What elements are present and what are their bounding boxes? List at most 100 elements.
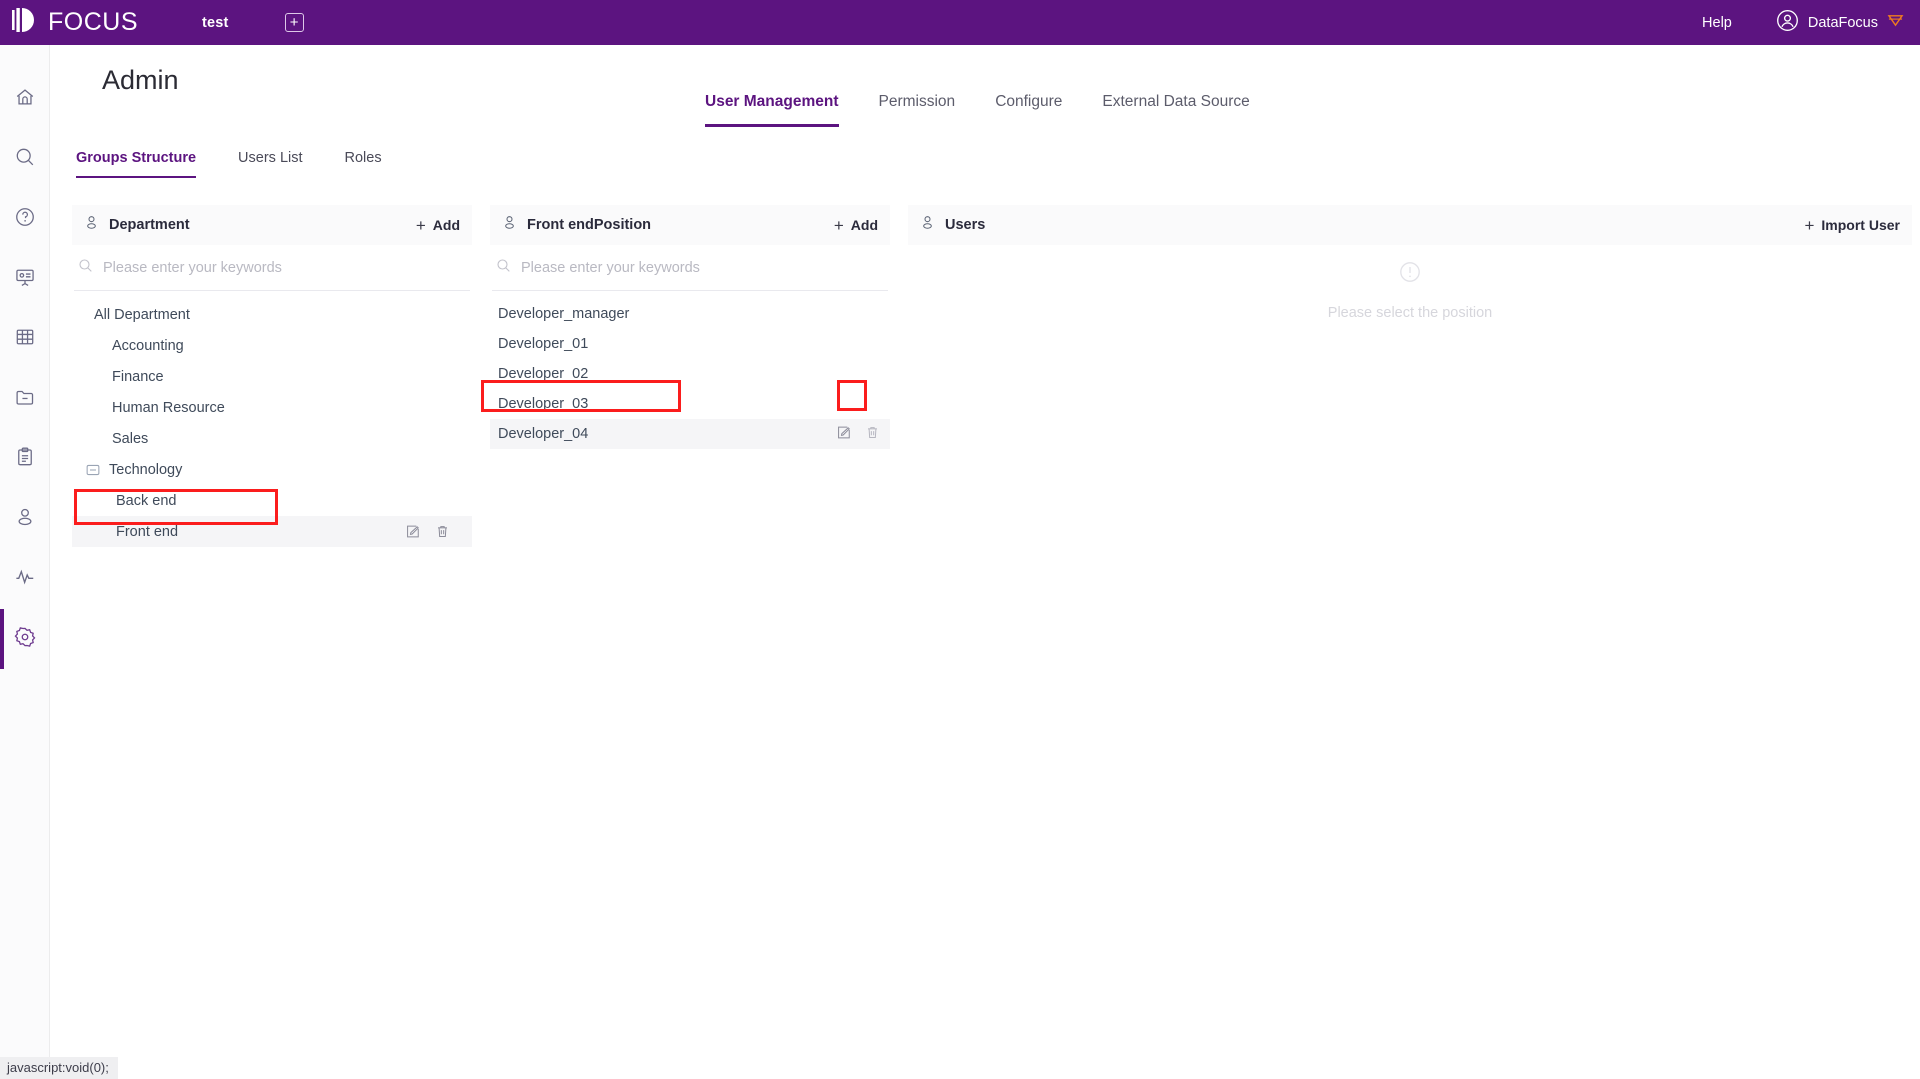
sidebar-item-search[interactable] bbox=[0, 129, 50, 189]
user-circle-icon bbox=[1776, 9, 1799, 37]
workbook-tab-test[interactable]: test bbox=[202, 15, 229, 31]
gear-icon bbox=[14, 626, 36, 653]
list-item[interactable]: Developer_manager bbox=[490, 299, 890, 329]
presentation-icon bbox=[14, 266, 36, 293]
page-title: Admin bbox=[102, 65, 179, 95]
list-item[interactable]: Developer_01 bbox=[490, 329, 890, 359]
sidebar-item-folder[interactable] bbox=[0, 369, 50, 429]
plus-icon: + bbox=[1804, 215, 1815, 235]
tree-row[interactable]: Finance bbox=[72, 361, 472, 392]
activity-icon bbox=[14, 566, 36, 593]
delete-icon[interactable] bbox=[865, 425, 880, 444]
sidebar-item-user[interactable] bbox=[0, 489, 50, 549]
import-user-button[interactable]: + Import User bbox=[1804, 217, 1900, 234]
position-search-input[interactable]: Please enter your keywords bbox=[492, 245, 888, 291]
main-tab-bar: User Management Permission Configure Ext… bbox=[705, 93, 1250, 127]
sidebar-item-activity[interactable] bbox=[0, 549, 50, 609]
home-icon bbox=[14, 86, 36, 113]
clipboard-icon bbox=[14, 446, 36, 473]
collapse-toggle-icon[interactable] bbox=[86, 463, 100, 477]
tree-row[interactable]: Accounting bbox=[72, 330, 472, 361]
tab-roles[interactable]: Roles bbox=[345, 150, 382, 178]
brand-logo: FOCUS bbox=[12, 7, 138, 38]
tree-row[interactable]: Technology bbox=[72, 454, 472, 485]
department-search-input[interactable]: Please enter your keywords bbox=[74, 245, 470, 291]
list-item[interactable]: Developer_03 bbox=[490, 389, 890, 419]
sidebar-item-clipboard[interactable] bbox=[0, 429, 50, 489]
edit-icon[interactable] bbox=[836, 425, 851, 444]
user-menu[interactable]: DataFocus bbox=[1776, 9, 1904, 37]
edit-icon[interactable] bbox=[405, 524, 420, 539]
tree-row[interactable]: Back end bbox=[72, 485, 472, 516]
position-panel: Front endPosition + Add Please enter you… bbox=[490, 205, 890, 1025]
plus-square-icon[interactable]: + bbox=[284, 13, 304, 32]
department-panel-title: Department bbox=[109, 217, 190, 233]
position-panel-title: Front endPosition bbox=[527, 217, 652, 233]
tree-item-label: Accounting bbox=[112, 337, 184, 354]
search-icon bbox=[14, 146, 36, 173]
person-outline-icon bbox=[84, 215, 99, 235]
sidebar-item-table[interactable] bbox=[0, 309, 50, 369]
tree-row[interactable]: Human Resource bbox=[72, 392, 472, 423]
tab-users-list[interactable]: Users List bbox=[238, 150, 302, 178]
plus-icon: + bbox=[833, 215, 844, 235]
tab-user-management[interactable]: User Management bbox=[705, 93, 839, 127]
department-panel: Department + Add Please enter your keywo… bbox=[72, 205, 472, 1025]
add-position-button[interactable]: + Add bbox=[834, 217, 878, 234]
tree-row-actions bbox=[405, 524, 472, 539]
add-department-button[interactable]: + Add bbox=[416, 217, 460, 234]
list-item[interactable]: Developer_02 bbox=[490, 359, 890, 389]
add-position-label: Add bbox=[850, 217, 878, 233]
users-empty-state: Please select the position bbox=[908, 260, 1912, 321]
help-link[interactable]: Help bbox=[1702, 15, 1732, 31]
import-user-label: Import User bbox=[1821, 217, 1900, 233]
rail-top-spacer bbox=[0, 45, 49, 69]
tab-configure[interactable]: Configure bbox=[995, 93, 1062, 127]
position-search-placeholder: Please enter your keywords bbox=[521, 259, 700, 276]
sidebar-item-help[interactable] bbox=[0, 189, 50, 249]
top-bar-right: Help DataFocus bbox=[1702, 9, 1904, 37]
tree-row[interactable]: All Department bbox=[72, 299, 472, 330]
tree-item-label: Back end bbox=[116, 492, 177, 509]
position-list: Developer_manager Developer_01 Developer… bbox=[490, 291, 890, 449]
tab-groups-structure[interactable]: Groups Structure bbox=[76, 150, 197, 178]
position-label: Developer_01 bbox=[498, 336, 589, 352]
tab-external-data-source[interactable]: External Data Source bbox=[1102, 93, 1249, 127]
position-panel-header: Front endPosition + Add bbox=[490, 205, 890, 245]
list-item-developer-04[interactable]: Developer_04 bbox=[490, 419, 890, 449]
users-panel-header: Users + Import User bbox=[908, 205, 1912, 245]
search-icon bbox=[496, 258, 511, 278]
sub-tab-bar: Groups Structure Users List Roles bbox=[76, 150, 382, 178]
sidebar-item-presentation[interactable] bbox=[0, 249, 50, 309]
user-icon bbox=[14, 506, 36, 533]
list-row-actions bbox=[836, 425, 890, 444]
page-content: Admin User Management Permission Configu… bbox=[50, 45, 1920, 1079]
department-tree: All Department Accounting Finance Human … bbox=[72, 291, 472, 547]
status-bar: javascript:void(0); bbox=[0, 1057, 118, 1079]
tree-row[interactable]: Sales bbox=[72, 423, 472, 454]
tree-item-label: All Department bbox=[94, 306, 190, 323]
sidebar-item-home[interactable] bbox=[0, 69, 50, 129]
focus-logo-icon bbox=[12, 7, 42, 38]
tree-item-label: Front end bbox=[116, 523, 179, 540]
panels-container: Department + Add Please enter your keywo… bbox=[72, 205, 1912, 1025]
sidebar-item-settings[interactable] bbox=[0, 609, 50, 669]
delete-icon[interactable] bbox=[435, 524, 450, 539]
tree-item-label: Technology bbox=[109, 461, 183, 478]
plus-icon: + bbox=[415, 215, 426, 235]
tab-permission[interactable]: Permission bbox=[879, 93, 956, 127]
position-label: Developer_02 bbox=[498, 366, 589, 382]
users-panel: Users + Import User Please select the po… bbox=[908, 205, 1912, 1025]
department-panel-header: Department + Add bbox=[72, 205, 472, 245]
top-bar: FOCUS test + Help DataFocus bbox=[0, 0, 1920, 45]
department-search-placeholder: Please enter your keywords bbox=[103, 259, 282, 276]
position-label: Developer_04 bbox=[498, 426, 589, 442]
tree-item-label: Sales bbox=[112, 430, 149, 447]
position-label: Developer_03 bbox=[498, 396, 589, 412]
tree-item-label: Finance bbox=[112, 368, 164, 385]
add-department-label: Add bbox=[432, 217, 460, 233]
tree-item-label: Human Resource bbox=[112, 399, 225, 416]
tree-row-front-end[interactable]: Front end bbox=[72, 516, 472, 547]
table-grid-icon bbox=[14, 326, 36, 353]
left-rail bbox=[0, 45, 50, 1079]
